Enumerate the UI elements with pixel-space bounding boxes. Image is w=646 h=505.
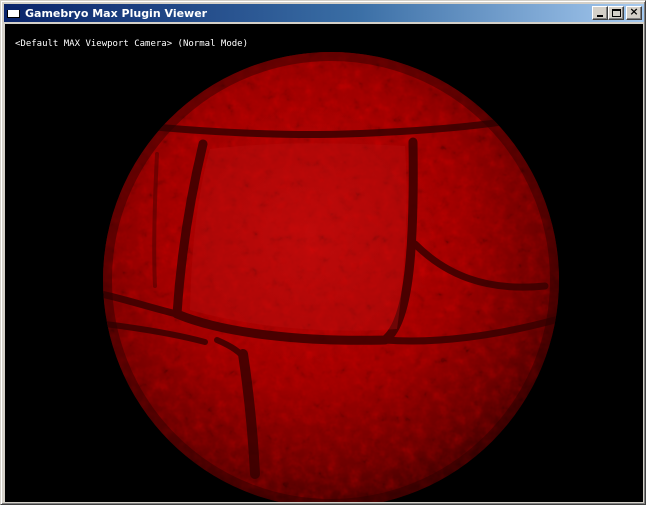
app-window: Gamebryo Max Plugin Viewer × <Default MA… <box>0 0 646 505</box>
sphere-surface-detail <box>103 52 559 502</box>
minimize-button[interactable] <box>592 6 608 20</box>
maximize-button[interactable] <box>608 6 624 20</box>
caption-buttons: × <box>592 5 642 20</box>
maximize-icon <box>612 9 621 17</box>
close-button[interactable]: × <box>626 5 642 20</box>
render-viewport[interactable]: <Default MAX Viewport Camera> (Normal Mo… <box>5 24 643 502</box>
window-title: Gamebryo Max Plugin Viewer <box>25 6 208 20</box>
title-bar[interactable]: Gamebryo Max Plugin Viewer × <box>4 4 644 22</box>
close-icon: × <box>629 5 639 18</box>
app-window-icon[interactable] <box>6 6 22 20</box>
minimize-icon <box>597 15 603 17</box>
textured-sphere <box>103 52 559 502</box>
camera-mode-label: <Default MAX Viewport Camera> (Normal Mo… <box>15 39 248 49</box>
